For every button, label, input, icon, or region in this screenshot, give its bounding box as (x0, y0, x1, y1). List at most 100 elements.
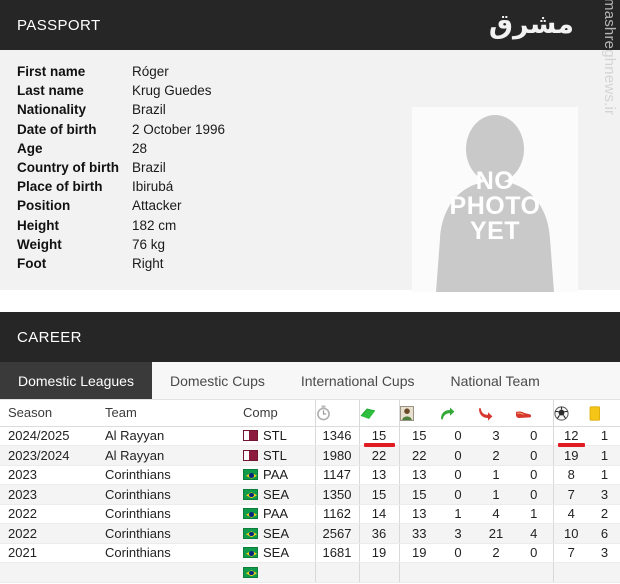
table-row[interactable]: 2023 Corinthians SEA 1350 15 15 0 1 0 7 (0, 484, 620, 505)
field-date-of-birth: Date of birth 2 October 1996 (17, 122, 347, 141)
yellow-card-icon (589, 406, 601, 421)
cell-comp: SEA (243, 543, 315, 563)
cell-season: 2023/2024 (0, 445, 105, 466)
column-header-comp[interactable]: Comp (243, 400, 315, 427)
tab-national-team[interactable]: National Team (433, 362, 558, 399)
cell-starts: 13 (398, 465, 439, 485)
field-country-of-birth: Country of birth Brazil (17, 160, 347, 179)
column-header-minutes[interactable] (314, 400, 359, 427)
column-header-yellow-cards[interactable] (589, 400, 620, 427)
cell-sub-in: 1 (439, 504, 477, 524)
table-row[interactable]: 2023/2024 Al Rayyan STL 1980 22 22 0 2 0… (0, 445, 620, 466)
cell-goals: 7 (552, 543, 589, 563)
no-photo-line-1: NO (475, 167, 515, 195)
column-header-team[interactable]: Team (105, 400, 243, 427)
cell-season: 2022 (0, 523, 105, 544)
cell-minutes: 1350 (314, 484, 359, 505)
passport-fields-list: First name Róger Last name Krug Guedes N… (17, 64, 347, 275)
section-spacer (0, 290, 620, 312)
red-arrow-sub-out-icon (479, 407, 493, 421)
field-value: 76 kg (132, 236, 166, 252)
career-table-body: 2024/2025 Al Rayyan STL 1346 15 15 0 3 0… (0, 426, 620, 583)
brazil-flag-icon (243, 566, 258, 578)
cell-comp: STL (243, 445, 315, 466)
cell-team: Corinthians (105, 543, 243, 563)
tab-label: National Team (450, 372, 540, 389)
passport-section-header: PASSPORT مشرق (0, 0, 620, 50)
cell-yellow-cards: 1 (589, 465, 620, 485)
boot-assists-icon (515, 411, 532, 418)
cell-team: Corinthians (105, 465, 243, 485)
cell-sub-in: 0 (439, 426, 477, 446)
table-row[interactable]: 2024/2025 Al Rayyan STL 1346 15 15 0 3 0… (0, 426, 620, 446)
cell-comp: SEA (243, 523, 315, 544)
column-header-starts[interactable] (398, 400, 439, 427)
field-label: Place of birth (17, 179, 103, 195)
cell-appearances: 15 (358, 484, 399, 505)
cell-starts: 22 (398, 445, 439, 466)
cell-sub-in: 3 (439, 523, 477, 544)
column-header-sub-out[interactable] (477, 400, 515, 427)
table-row[interactable]: 2023 Corinthians PAA 1147 13 13 0 1 0 8 (0, 465, 620, 485)
tab-international-cups[interactable]: International Cups (283, 362, 433, 399)
field-nationality: Nationality Brazil (17, 102, 347, 121)
cell-starts: 15 (398, 484, 439, 505)
cell-season (0, 562, 105, 583)
column-header-appearances[interactable] (358, 400, 399, 427)
table-row[interactable]: 2022 Corinthians SEA 2567 36 33 3 21 4 1… (0, 523, 620, 544)
table-row-partial-cutoff[interactable] (0, 562, 620, 583)
cell-assists: 4 (515, 523, 553, 544)
cell-sub-out: 21 (477, 523, 515, 544)
career-section-header: CAREER (0, 312, 620, 362)
field-position: Position Attacker (17, 198, 347, 217)
field-value: Right (132, 255, 164, 271)
cell-goals: 8 (552, 465, 589, 485)
cell-yellow-cards: 3 (589, 543, 620, 563)
column-header-season[interactable]: Season (0, 400, 105, 427)
field-label: Position (17, 198, 71, 214)
field-place-of-birth: Place of birth Ibirubá (17, 179, 347, 198)
player-starts-icon (399, 405, 414, 421)
column-header-assists[interactable] (515, 400, 553, 427)
mashreghnews-logo: مشرق (488, 9, 574, 40)
table-row[interactable]: 2022 Corinthians PAA 1162 14 13 1 4 1 4 (0, 504, 620, 524)
brazil-flag-icon (243, 547, 258, 559)
no-photo-line-2: PHOTO (449, 192, 541, 220)
no-photo-label: NO PHOTO YET (412, 169, 578, 244)
column-header-goals[interactable] (552, 400, 589, 427)
cell-yellow-cards: 1 (589, 445, 620, 466)
cell-assists: 0 (515, 543, 553, 563)
cell-goals: 4 (552, 504, 589, 524)
field-label: Weight (17, 236, 62, 252)
cell-comp (243, 562, 315, 583)
cell-goals: 7 (552, 484, 589, 505)
cell-assists: 0 (515, 445, 553, 466)
cell-assists: 1 (515, 504, 553, 524)
cell-comp: SEA (243, 484, 315, 505)
career-tabs: Domestic Leagues Domestic Cups Internati… (0, 362, 620, 400)
passport-career-page: PASSPORT مشرق mashreghnews.ir First name… (0, 0, 620, 584)
tab-domestic-cups[interactable]: Domestic Cups (152, 362, 283, 399)
brazil-flag-icon (243, 527, 258, 539)
field-value: Attacker (132, 198, 182, 214)
column-header-sub-in[interactable] (439, 400, 477, 427)
cell-comp: PAA (243, 465, 315, 485)
cell-appearances: 14 (358, 504, 399, 524)
comp-code: STL (263, 447, 287, 463)
cell-minutes: 1681 (314, 543, 359, 563)
field-value: 28 (132, 140, 148, 156)
tab-label: International Cups (300, 372, 415, 389)
cell-minutes: 1162 (314, 504, 359, 524)
cell-yellow-cards: 3 (589, 484, 620, 505)
field-label: Last name (17, 83, 84, 99)
table-row[interactable]: 2021 Corinthians SEA 1681 19 19 0 2 0 7 (0, 543, 620, 563)
cell-yellow-cards: 6 (589, 523, 620, 544)
field-label: Height (17, 217, 59, 233)
passport-details-panel: First name Róger Last name Krug Guedes N… (0, 50, 620, 292)
brazil-flag-icon (243, 488, 258, 500)
tab-domestic-leagues[interactable]: Domestic Leagues (0, 362, 152, 399)
comp-code: SEA (263, 525, 290, 541)
cell-appearances: 13 (358, 465, 399, 485)
field-label: Country of birth (17, 159, 119, 175)
qatar-flag-icon (243, 449, 258, 461)
